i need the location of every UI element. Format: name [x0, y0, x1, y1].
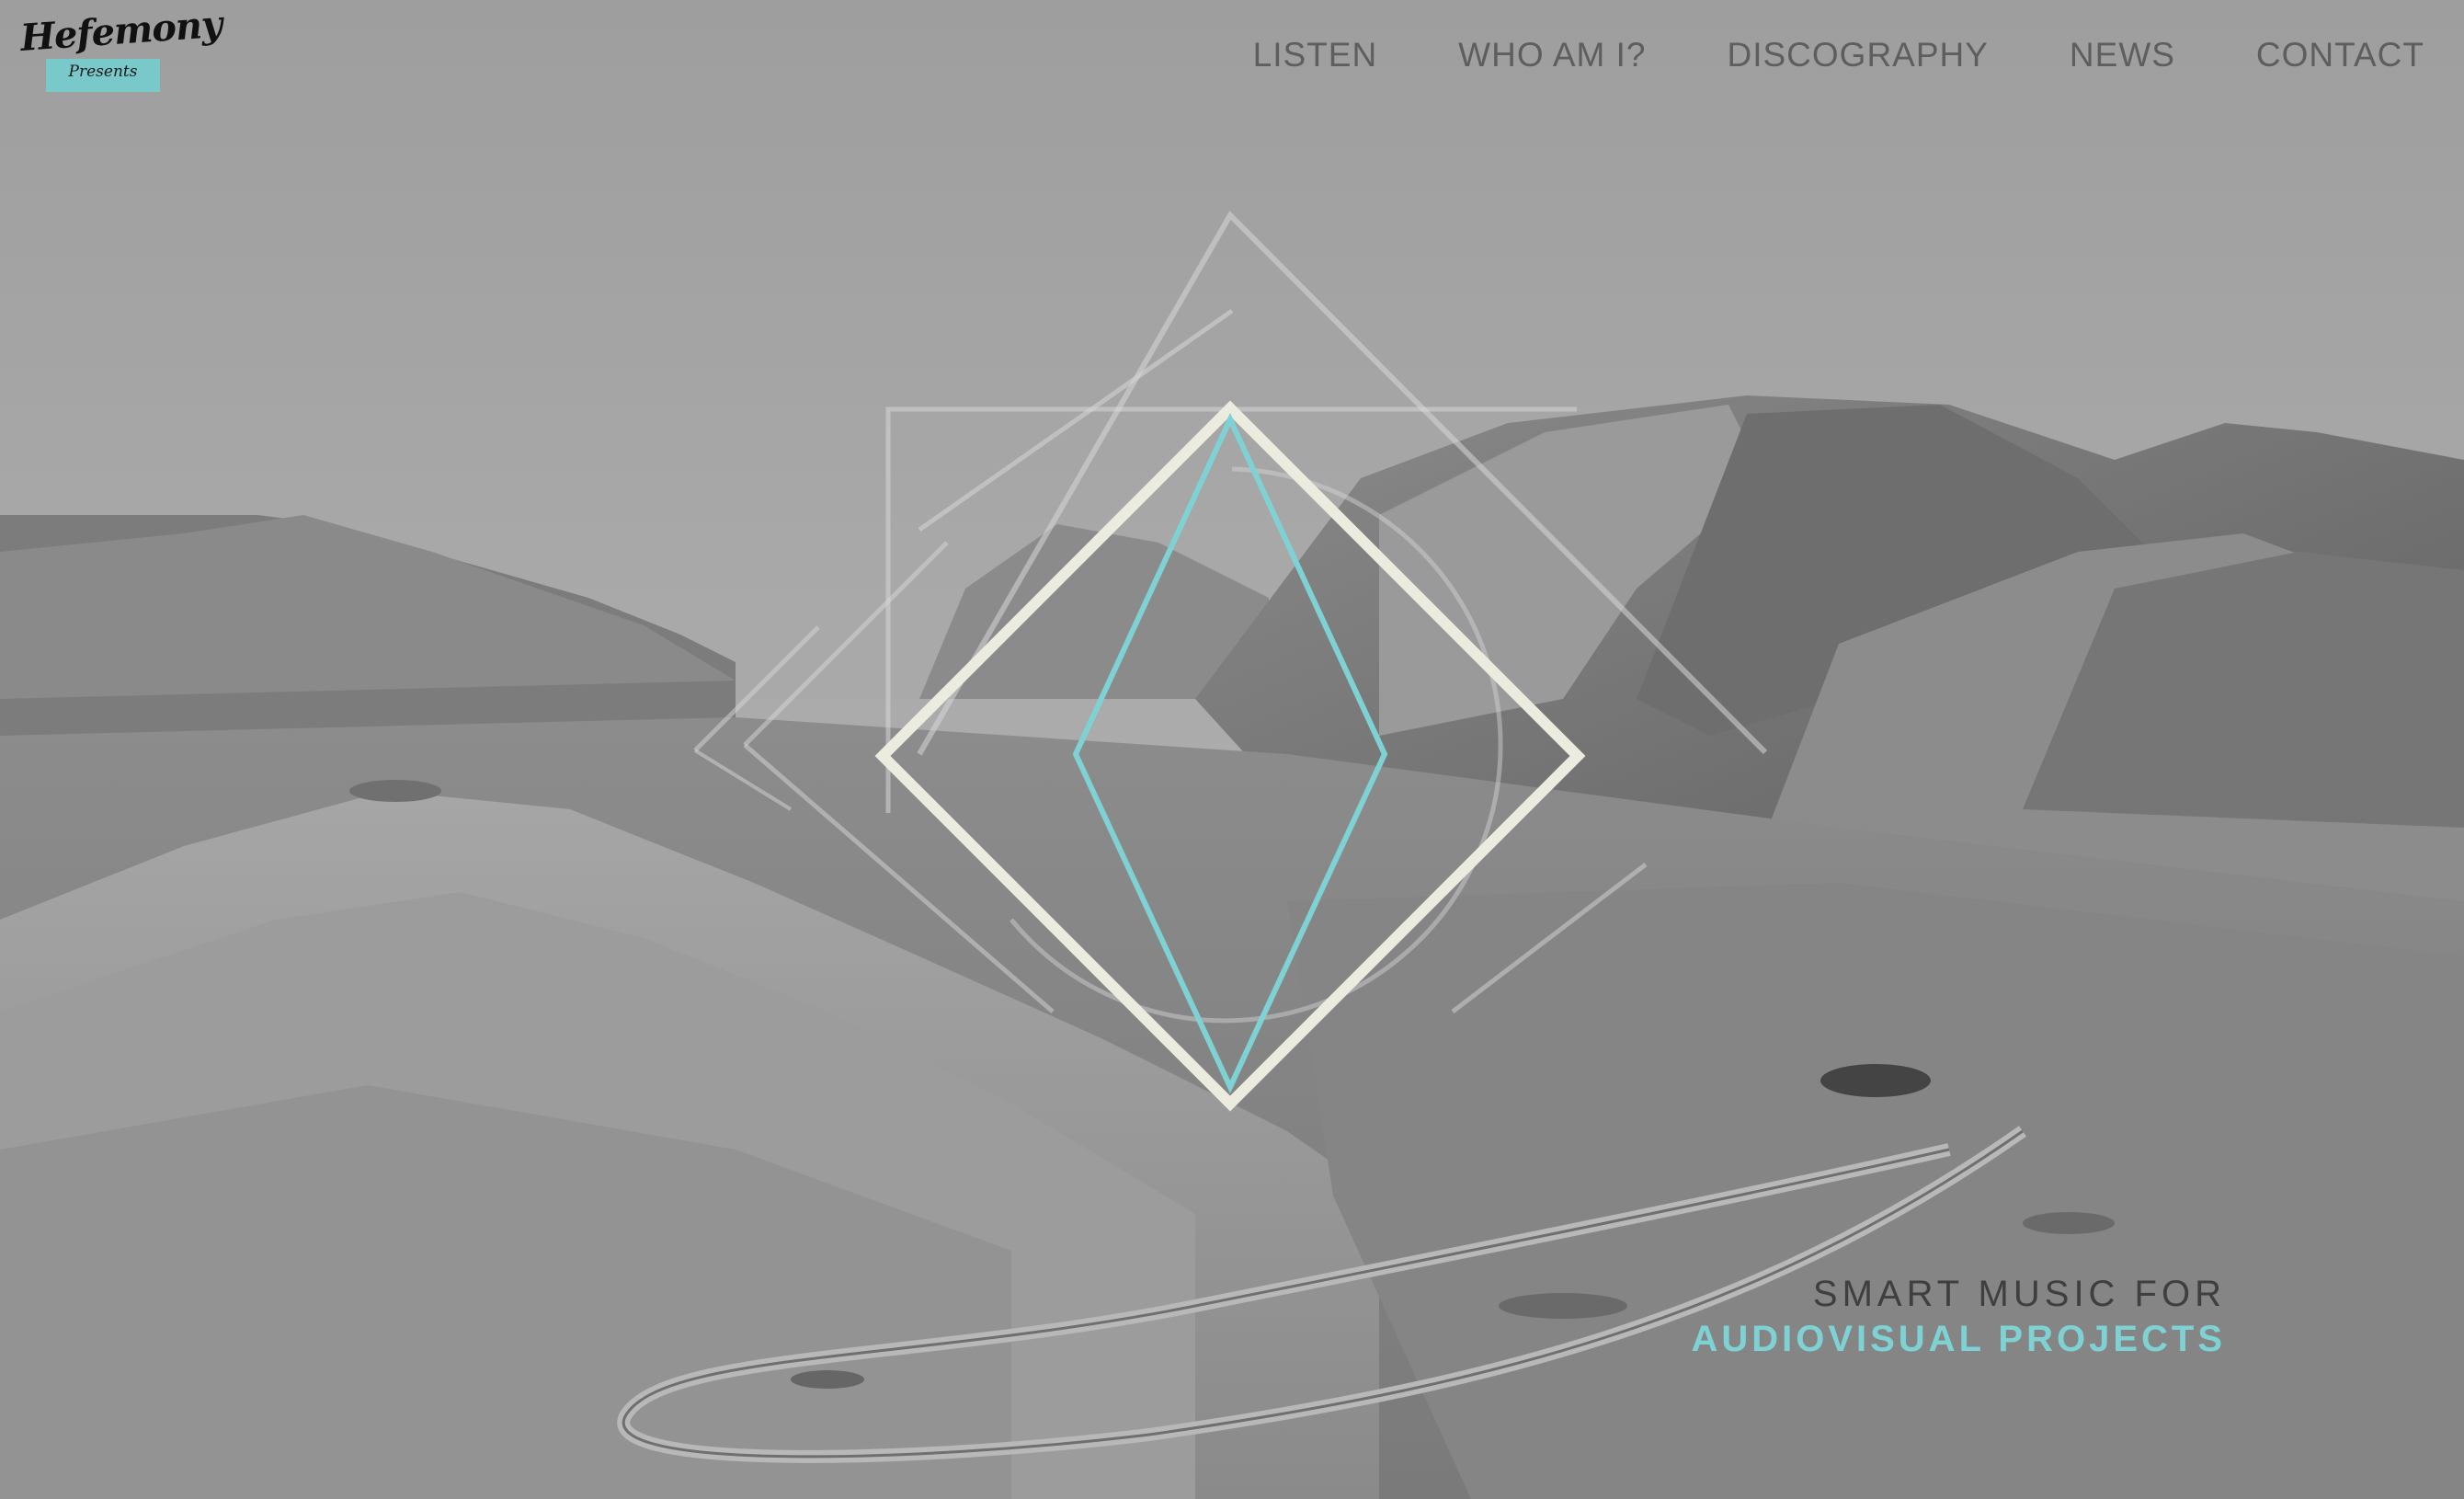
- nav-item-contact[interactable]: CONTACT: [2256, 33, 2424, 77]
- hero-tagline: SMART MUSIC FOR AUDIOVISUAL PROJECTS: [1691, 1271, 2226, 1361]
- tagline-line-2: AUDIOVISUAL PROJECTS: [1691, 1319, 2226, 1359]
- site-logo[interactable]: Hefemony Presents: [19, 3, 223, 92]
- tagline-line-1: SMART MUSIC FOR: [1812, 1274, 2226, 1314]
- nav-item-who-am-i[interactable]: WHO AM I?: [1458, 33, 1646, 77]
- nav-item-discography[interactable]: DISCOGRAPHY: [1727, 33, 1988, 77]
- nav-item-news[interactable]: NEWS: [2070, 33, 2175, 77]
- page: Hefemony Presents LISTEN WHO AM I? DISCO…: [0, 0, 2464, 1499]
- main-nav: LISTEN WHO AM I? DISCOGRAPHY NEWS CONTAC…: [1253, 33, 2424, 77]
- nav-item-listen[interactable]: LISTEN: [1253, 33, 1378, 77]
- logo-subtitle: Presents: [68, 63, 138, 81]
